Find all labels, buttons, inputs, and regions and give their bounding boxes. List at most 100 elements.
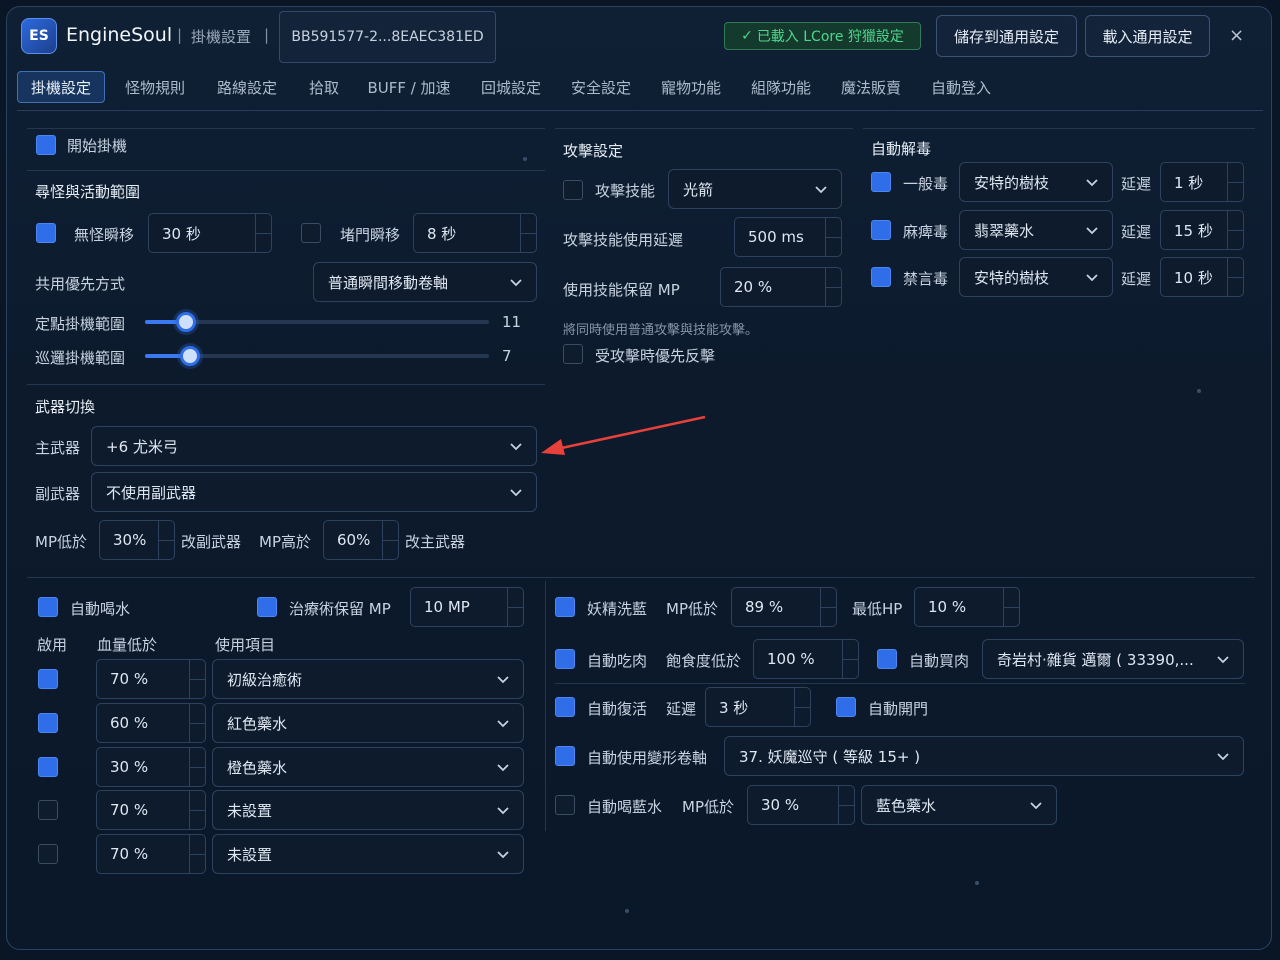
fairy-mp-input[interactable]: 89 % [731,587,837,627]
potion-row-hp-input[interactable]: 70 % [96,659,206,699]
heal-reserve-input[interactable]: 10 MP [410,587,524,627]
auto-transform-checkbox[interactable] [555,746,575,766]
auto-open-door-checkbox[interactable] [836,697,856,717]
stepper[interactable] [520,214,536,252]
stuck-teleport-input[interactable]: 8 秒 [413,213,537,253]
potion-row-item-select[interactable]: 紅色藥水 [212,703,524,743]
blue-potion-mp-input[interactable]: 30 % [747,785,855,825]
device-id-field[interactable]: BB591577-2...8EAEC381ED [279,11,496,63]
potion-row-checkbox[interactable] [38,844,58,864]
potion-row-item-select[interactable]: 初級治癒術 [212,659,524,699]
tab-monster-rules[interactable]: 怪物規則 [113,71,197,103]
potion-row-item: 紅色藥水 [227,714,288,733]
stepper[interactable] [1003,588,1019,626]
sub-weapon-select[interactable]: 不使用副武器 [91,472,537,512]
stepper[interactable] [1227,258,1243,296]
tab-pickup[interactable]: 拾取 [299,71,349,103]
tab-buff-speed[interactable]: BUFF / 加速 [357,71,461,103]
stepper[interactable] [825,268,841,306]
fairy-mp-checkbox[interactable] [555,597,575,617]
attack-skill-select[interactable]: 光箭 [668,169,842,209]
potion-row-checkbox[interactable] [38,669,58,689]
detox-general-delay-input[interactable]: 1 秒 [1160,162,1244,202]
detox-silence-checkbox[interactable] [871,267,891,287]
tab-afk-settings[interactable]: 掛機設定 [17,71,105,103]
potion-row-checkbox[interactable] [38,800,58,820]
potion-row-hp-input[interactable]: 60 % [96,703,206,743]
potion-row-checkbox[interactable] [38,757,58,777]
heal-reserve-checkbox[interactable] [257,597,277,617]
stepper[interactable] [1227,163,1243,201]
stepper[interactable] [189,835,205,873]
stepper[interactable] [189,660,205,698]
auto-transform-label: 自動使用變形卷軸 [587,749,708,767]
stepper[interactable] [507,588,523,626]
stepper[interactable] [382,521,398,559]
counter-attack-checkbox[interactable] [563,344,583,364]
auto-drink-checkbox[interactable] [38,597,58,617]
slider-handle[interactable] [179,346,200,366]
reserve-mp-input[interactable]: 20 % [720,267,842,307]
auto-revive-checkbox[interactable] [555,697,575,717]
detox-paralysis-checkbox[interactable] [871,220,891,240]
app-name: EngineSoul [66,24,173,46]
transform-scroll-select[interactable]: 37. 妖魔巡守 ( 等級 15+ ) [724,736,1244,776]
min-hp-label: 最低HP [852,600,903,618]
fixed-range-slider[interactable] [145,312,489,332]
start-afk-checkbox[interactable] [36,135,56,155]
buy-meat-vendor-select[interactable]: 奇岩村·雜貨 邁爾 ( 33390,... [982,639,1244,679]
stepper[interactable] [189,748,205,786]
stepper[interactable] [189,704,205,742]
stepper[interactable] [158,521,174,559]
detox-silence-delay-input[interactable]: 10 秒 [1160,257,1244,297]
tab-safety[interactable]: 安全設定 [559,71,643,103]
no-monster-teleport-checkbox[interactable] [36,223,56,243]
save-common-settings-button[interactable]: 儲存到通用設定 [936,15,1077,57]
detox-general-checkbox[interactable] [871,172,891,192]
main-weapon-select[interactable]: +6 尤米弓 [91,426,537,466]
detox-silence-item-select[interactable]: 安特的樹枝 [959,257,1113,297]
revive-delay-input[interactable]: 3 秒 [705,687,811,727]
stepper[interactable] [794,688,810,726]
potion-row-hp-input[interactable]: 70 % [96,790,206,830]
auto-eat-checkbox[interactable] [555,649,575,669]
stepper[interactable] [838,786,854,824]
tab-return-town[interactable]: 回城設定 [469,71,553,103]
stepper[interactable] [255,214,271,252]
patrol-range-slider[interactable] [145,346,489,366]
skill-delay-input[interactable]: 500 ms [734,217,842,257]
potion-row-hp-input[interactable]: 70 % [96,834,206,874]
mp-high-input[interactable]: 60% [323,520,399,560]
tab-magic-shop[interactable]: 魔法販賣 [829,71,913,103]
tab-route-settings[interactable]: 路線設定 [205,71,289,103]
load-common-settings-button[interactable]: 載入通用設定 [1085,15,1210,57]
share-priority-select[interactable]: 普通瞬間移動卷軸 [313,262,537,302]
auto-buy-meat-checkbox[interactable] [877,649,897,669]
stuck-teleport-checkbox[interactable] [301,223,321,243]
tab-auto-login[interactable]: 自動登入 [919,71,1003,103]
slider-handle[interactable] [176,312,197,332]
tab-pet[interactable]: 寵物功能 [649,71,733,103]
tab-party[interactable]: 組隊功能 [739,71,823,103]
potion-row-item-select[interactable]: 橙色藥水 [212,747,524,787]
stepper[interactable] [842,640,858,678]
potion-row-hp-input[interactable]: 30 % [96,747,206,787]
close-icon[interactable]: × [1229,25,1244,46]
detox-general-item-select[interactable]: 安特的樹枝 [959,162,1113,202]
satiety-input[interactable]: 100 % [753,639,859,679]
potion-row-checkbox[interactable] [38,713,58,733]
mp-low-input[interactable]: 30% [99,520,175,560]
stepper[interactable] [825,218,841,256]
stepper[interactable] [1227,211,1243,249]
attack-skill-checkbox[interactable] [563,180,583,200]
detox-paralysis-item-select[interactable]: 翡翠藥水 [959,210,1113,250]
stepper[interactable] [189,791,205,829]
auto-blue-potion-checkbox[interactable] [555,795,575,815]
no-monster-teleport-input[interactable]: 30 秒 [148,213,272,253]
potion-row-item-select[interactable]: 未設置 [212,834,524,874]
min-hp-input[interactable]: 10 % [914,587,1020,627]
blue-potion-item-select[interactable]: 藍色藥水 [861,785,1057,825]
potion-row-item-select[interactable]: 未設置 [212,790,524,830]
stepper[interactable] [820,588,836,626]
detox-paralysis-delay-input[interactable]: 15 秒 [1160,210,1244,250]
